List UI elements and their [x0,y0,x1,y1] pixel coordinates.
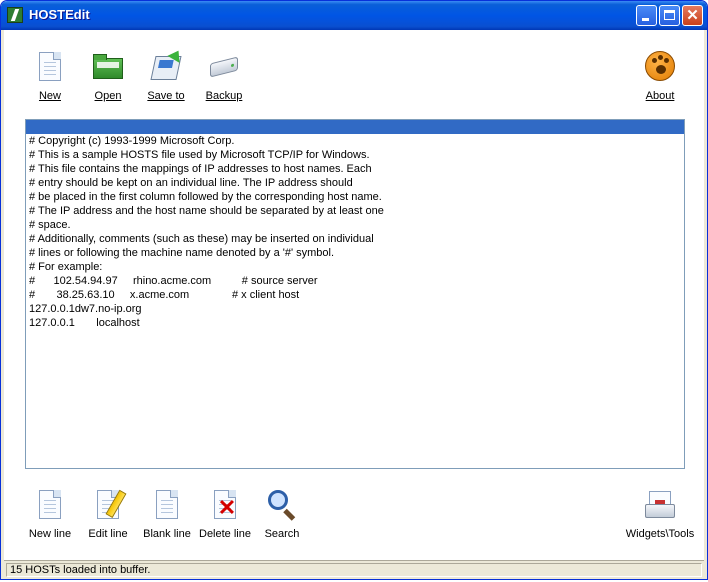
host-line[interactable]: # Copyright (c) 1993-1999 Microsoft Corp… [26,134,684,148]
new-line-button[interactable]: New line [26,488,74,540]
edit-line-button[interactable]: Edit line [86,488,130,540]
new-file-icon [33,50,67,84]
host-line[interactable]: # space. [26,218,684,232]
save-to-button[interactable]: Save to [136,47,196,102]
minimize-button[interactable] [636,5,657,26]
app-window: HOSTEdit ✕ New Open Save to Backup About… [0,0,708,580]
new-line-label: New line [28,528,72,540]
edit-line-icon [91,488,127,522]
backup-button[interactable]: Backup [194,50,254,102]
delete-line-label: Delete line [199,528,251,540]
host-line[interactable]: # Additionally, comments (such as these)… [26,232,684,246]
host-line[interactable]: # be placed in the first column followed… [26,190,684,204]
status-bar: 15 HOSTs loaded into buffer. [4,560,704,579]
save-to-label: Save to [147,90,185,102]
widgets-tools-icon [643,488,677,522]
open-label: Open [94,90,122,102]
blank-line-icon [150,488,184,522]
about-button[interactable]: About [630,50,690,102]
host-line[interactable]: 127.0.0.1dw7.no-ip.org [26,302,684,316]
hosts-editor[interactable]: # Copyright (c) 1993-1999 Microsoft Corp… [25,119,685,469]
new-line-icon [33,488,67,522]
maximize-icon [664,10,675,20]
about-paw-icon [643,50,677,84]
blank-line-button[interactable]: Blank line [141,488,193,540]
search-button[interactable]: Search [260,488,304,540]
close-button[interactable]: ✕ [682,5,703,26]
client-area: New Open Save to Backup About # Copyrigh… [4,30,704,560]
open-folder-icon [91,50,125,84]
host-line[interactable]: # This file contains the mappings of IP … [26,162,684,176]
search-icon [265,488,299,522]
host-line[interactable]: # This is a sample HOSTS file used by Mi… [26,148,684,162]
new-label: New [38,90,61,102]
delete-line-icon: ✕ [208,488,242,522]
blank-line-label: Blank line [143,528,191,540]
minimize-icon [642,18,649,21]
open-button[interactable]: Open [78,50,138,102]
widgets-tools-button[interactable]: Widgets\Tools [622,488,698,540]
title-bar[interactable]: HOSTEdit ✕ [1,1,707,30]
host-line[interactable]: # lines or following the machine name de… [26,246,684,260]
status-text: 15 HOSTs loaded into buffer. [6,563,702,577]
widgets-tools-label: Widgets\Tools [625,528,695,540]
backup-drive-icon [207,50,241,84]
host-line[interactable]: # The IP address and the host name shoul… [26,204,684,218]
host-line[interactable]: 127.0.0.1 localhost [26,316,684,330]
new-button[interactable]: New [20,50,80,102]
host-line[interactable]: # entry should be kept on an individual … [26,176,684,190]
edit-line-label: Edit line [88,528,128,540]
selected-line[interactable] [26,120,684,134]
save-disk-icon [149,47,185,84]
about-label: About [645,90,675,102]
close-icon: ✕ [686,7,699,24]
window-title: HOSTEdit [29,7,90,22]
maximize-button[interactable] [659,5,680,26]
host-line[interactable]: # For example: [26,260,684,274]
backup-label: Backup [205,90,243,102]
host-line[interactable]: # 38.25.63.10 x.acme.com # x client host [26,288,684,302]
search-label: Search [264,528,300,540]
host-line[interactable]: # 102.54.94.97 rhino.acme.com # source s… [26,274,684,288]
delete-line-button[interactable]: ✕ Delete line [198,488,252,540]
app-icon [7,7,23,23]
